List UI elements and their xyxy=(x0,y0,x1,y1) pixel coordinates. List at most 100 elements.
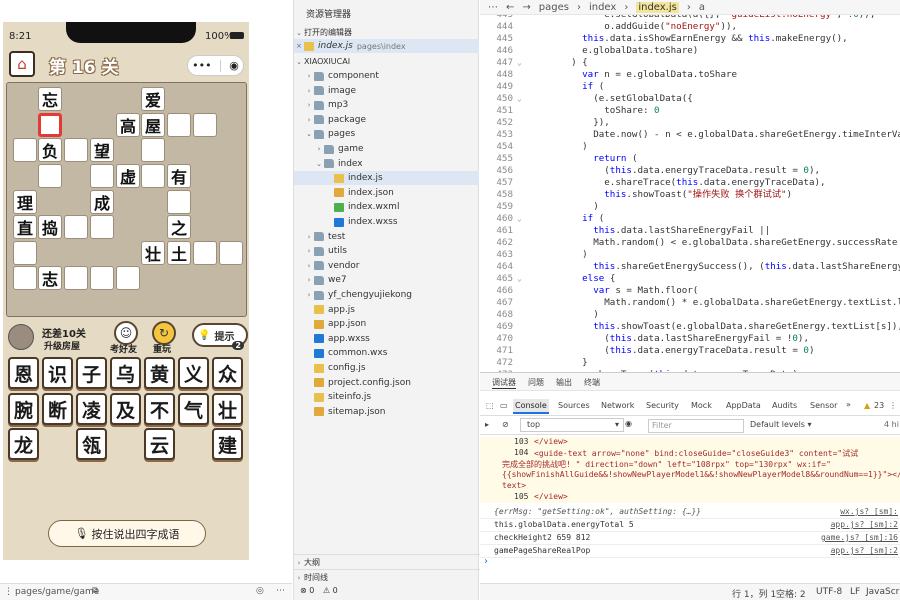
log-source-link[interactable]: game.js? [sm]:16 xyxy=(821,533,898,542)
sidebar-toggle-icon[interactable]: ▸ xyxy=(485,420,489,429)
answer-key[interactable]: 义 xyxy=(178,357,209,389)
code-line[interactable]: 459 ) xyxy=(480,201,900,213)
tab-terminal[interactable]: 终端 xyxy=(584,377,600,388)
answer-key[interactable]: 众 xyxy=(212,357,243,389)
tree-item[interactable]: app.json xyxy=(294,317,479,331)
board-cell-filled[interactable]: 望 xyxy=(90,138,114,162)
code-line[interactable]: 444 o.addGuide("noEnergy")), xyxy=(480,21,900,33)
answer-key[interactable]: 黄 xyxy=(144,357,175,389)
log-levels-select[interactable]: Default levels ▾ xyxy=(750,420,812,429)
back-icon[interactable]: ← xyxy=(506,2,514,13)
tab-security[interactable]: Security xyxy=(646,401,679,410)
board-cell-empty[interactable] xyxy=(64,266,88,290)
capsule-menu[interactable]: ••• ◉ xyxy=(187,55,244,76)
tree-item[interactable]: › component xyxy=(294,69,479,83)
code-line[interactable]: 449 if ( xyxy=(480,81,900,93)
code-line[interactable]: 467 Math.random() * e.globalData.shareGe… xyxy=(480,297,900,309)
board-cell-filled[interactable]: 捣 xyxy=(38,215,62,239)
more-icon[interactable]: ⋯ xyxy=(488,2,498,13)
open-editors-header[interactable]: ⌄ 打开的编辑器 xyxy=(294,27,480,38)
tree-item[interactable]: index.js xyxy=(294,171,479,186)
code-line[interactable]: 447 ⌄ ) { xyxy=(480,57,900,69)
code-line[interactable]: 463 ) xyxy=(480,249,900,261)
tree-item[interactable]: › vendor xyxy=(294,259,479,273)
tab-appdata[interactable]: AppData xyxy=(726,401,761,410)
project-header[interactable]: ⌄ XIAOXIUCAI xyxy=(294,57,480,66)
close-target-icon[interactable]: ◉ xyxy=(229,59,239,72)
board-cell-empty[interactable] xyxy=(13,266,37,290)
open-editor-item[interactable]: × index.js pages\index xyxy=(294,39,479,53)
answer-key[interactable]: 识 xyxy=(42,357,73,389)
code-line[interactable]: 464 this.shareGetEnergySuccess(), (this.… xyxy=(480,261,900,273)
tree-item[interactable]: index.json xyxy=(294,186,479,200)
code-line[interactable]: 454 ) xyxy=(480,141,900,153)
answer-key[interactable]: 云 xyxy=(144,428,175,460)
answer-key[interactable]: 不 xyxy=(144,393,175,425)
language-mode[interactable]: JavaScri xyxy=(866,587,900,597)
tree-item[interactable]: › we7 xyxy=(294,273,479,287)
more-tabs-icon[interactable]: » xyxy=(846,400,851,409)
answer-key[interactable]: 及 xyxy=(110,393,141,425)
board-cell-empty[interactable] xyxy=(141,164,165,188)
code-line[interactable]: 472 } xyxy=(480,357,900,369)
page-path[interactable]: pages/game/game xyxy=(15,587,99,597)
board-cell-empty[interactable] xyxy=(13,241,37,265)
code-line[interactable]: 445 this.data.isShowEarnEnergy && this.m… xyxy=(480,33,900,45)
tips-button[interactable]: 💡 提示 2 xyxy=(192,323,248,350)
breadcrumb-0[interactable]: pages xyxy=(539,2,569,13)
answer-key[interactable]: 腕 xyxy=(8,393,39,425)
code-line[interactable]: 461 this.data.lastShareEnergyFail || xyxy=(480,225,900,237)
context-select[interactable]: top ▾ xyxy=(520,418,624,432)
tree-item[interactable]: app.js xyxy=(294,303,479,317)
tree-item[interactable]: app.wxss xyxy=(294,332,479,346)
tree-item[interactable]: ⌄ pages xyxy=(294,127,479,141)
tree-item[interactable]: › game xyxy=(294,142,479,156)
tab-sources[interactable]: Sources xyxy=(558,401,590,410)
tree-item[interactable]: sitemap.json xyxy=(294,405,479,419)
board-cell-filled[interactable]: 志 xyxy=(38,266,62,290)
copy-icon[interactable]: ⧉ xyxy=(92,586,98,596)
code-line[interactable]: 469 this.showToast(e.globalData.shareGet… xyxy=(480,321,900,333)
tab-debugger[interactable]: 调试器 xyxy=(492,377,516,389)
voice-input-button[interactable]: 🎙 按住说出四字成语 xyxy=(48,520,206,547)
board-cell-filled[interactable]: 之 xyxy=(167,215,191,239)
cursor-position[interactable]: 行 1，列 1 xyxy=(732,587,776,600)
code-line[interactable]: 468 ) xyxy=(480,309,900,321)
more-options-icon[interactable]: ⋯ xyxy=(276,586,285,596)
tree-item[interactable]: › utils xyxy=(294,244,479,258)
eye-icon[interactable]: ◉ xyxy=(625,419,632,428)
answer-key[interactable]: 龙 xyxy=(8,428,39,460)
board-cell-empty[interactable] xyxy=(90,164,114,188)
console-log-entry[interactable]: gamePageShareRealPop app.js? [sm]:2 xyxy=(480,545,900,558)
board-cell-empty[interactable] xyxy=(38,164,62,188)
tree-item[interactable]: › mp3 xyxy=(294,98,479,112)
code-line[interactable]: 453 Date.now() - n < e.globalData.shareG… xyxy=(480,129,900,141)
answer-key[interactable]: 断 xyxy=(42,393,73,425)
avatar[interactable] xyxy=(8,324,34,350)
code-line[interactable]: 456 (this.data.energyTraceData.result = … xyxy=(480,165,900,177)
tree-item[interactable]: project.config.json xyxy=(294,376,479,390)
tab-problems[interactable]: 问题 xyxy=(528,377,544,388)
tree-item[interactable]: index.wxss xyxy=(294,215,479,229)
code-line[interactable]: 448 var n = e.globalData.toShare xyxy=(480,69,900,81)
board-cell-filled[interactable]: 有 xyxy=(167,164,191,188)
forward-icon[interactable]: → xyxy=(522,2,530,13)
tree-item[interactable]: › yf_chengyujiekong xyxy=(294,288,479,302)
breadcrumb-1[interactable]: index xyxy=(589,2,616,13)
board-cell-empty[interactable] xyxy=(141,138,165,162)
indentation[interactable]: 空格: 2 xyxy=(776,587,806,600)
inspect-icon[interactable]: ⬚ xyxy=(486,401,494,410)
board-cell-filled[interactable]: 屋 xyxy=(141,113,165,137)
answer-key[interactable]: 瓴 xyxy=(76,428,107,460)
tree-item[interactable]: › package xyxy=(294,113,479,127)
board-cell-empty[interactable] xyxy=(193,113,217,137)
tab-audits[interactable]: Audits xyxy=(772,401,797,410)
code-line[interactable]: 470 (this.data.lastShareEnergyFail = !0)… xyxy=(480,333,900,345)
problems-summary[interactable]: ⊗ 0 ⚠ 0 xyxy=(300,586,486,595)
code-line[interactable]: 471 (this.data.energyTraceData.result = … xyxy=(480,345,900,357)
board-cell-empty[interactable] xyxy=(90,266,114,290)
code-line[interactable]: 446 e.globalData.toShare) xyxy=(480,45,900,57)
friends-label[interactable]: 考好友 xyxy=(110,342,137,355)
answer-key[interactable]: 气 xyxy=(178,393,209,425)
scene-icon[interactable]: ⋮ xyxy=(4,587,13,597)
